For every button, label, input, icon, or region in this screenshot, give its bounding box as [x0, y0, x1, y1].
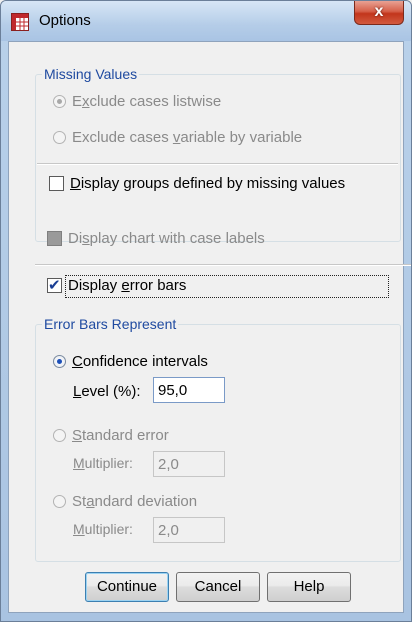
display-error-bars-checkbox[interactable]: Display error bars — [47, 276, 186, 294]
standard-deviation-radio[interactable]: Standard deviation — [53, 493, 197, 510]
close-button[interactable]: x — [354, 1, 404, 25]
checkbox-indicator — [47, 276, 62, 294]
exclude-variable-radio[interactable]: Exclude cases variable by variable — [53, 129, 302, 146]
radio-indicator — [53, 495, 66, 508]
close-icon: x — [374, 3, 384, 20]
radio-indicator — [53, 131, 66, 144]
checkbox-indicator — [47, 231, 62, 246]
radio-indicator — [53, 429, 66, 442]
window-title: Options — [39, 12, 91, 29]
options-dialog: Options x Missing Values Exclude cases l… — [0, 0, 412, 622]
exclude-listwise-radio[interactable]: Exclude cases listwise — [53, 93, 221, 110]
sd-multiplier-label: Multiplier: — [73, 521, 133, 537]
cancel-button[interactable]: Cancel — [176, 572, 260, 602]
standard-error-radio[interactable]: Standard error — [53, 427, 169, 444]
separator — [35, 264, 411, 266]
display-groups-checkbox[interactable]: Display groups defined by missing values — [49, 175, 345, 192]
missing-values-legend: Missing Values — [42, 66, 140, 82]
level-label: Level (%): — [73, 383, 141, 400]
dialog-body: Missing Values Exclude cases listwise Ex… — [8, 41, 411, 613]
checkbox-indicator — [49, 176, 64, 191]
missing-values-group: Missing Values Exclude cases listwise Ex… — [35, 66, 401, 242]
error-bars-group: Error Bars Represent Confidence interval… — [35, 316, 401, 562]
sd-multiplier-input[interactable]: 2,0 — [153, 517, 225, 543]
continue-button[interactable]: Continue — [85, 572, 169, 602]
display-case-labels-checkbox[interactable]: Display chart with case labels — [47, 230, 265, 247]
button-row: Continue Cancel Help — [85, 572, 385, 602]
spss-grid-icon — [11, 13, 29, 31]
se-multiplier-label: Multiplier: — [73, 455, 133, 471]
radio-indicator — [53, 355, 66, 368]
se-multiplier-input[interactable]: 2,0 — [153, 451, 225, 477]
title-bar[interactable]: Options x — [1, 1, 411, 41]
separator — [37, 163, 398, 165]
radio-indicator — [53, 95, 66, 108]
help-button[interactable]: Help — [267, 572, 351, 602]
error-bars-legend: Error Bars Represent — [42, 316, 179, 332]
level-input[interactable]: 95,0 — [153, 377, 225, 403]
confidence-intervals-radio[interactable]: Confidence intervals — [53, 353, 208, 370]
